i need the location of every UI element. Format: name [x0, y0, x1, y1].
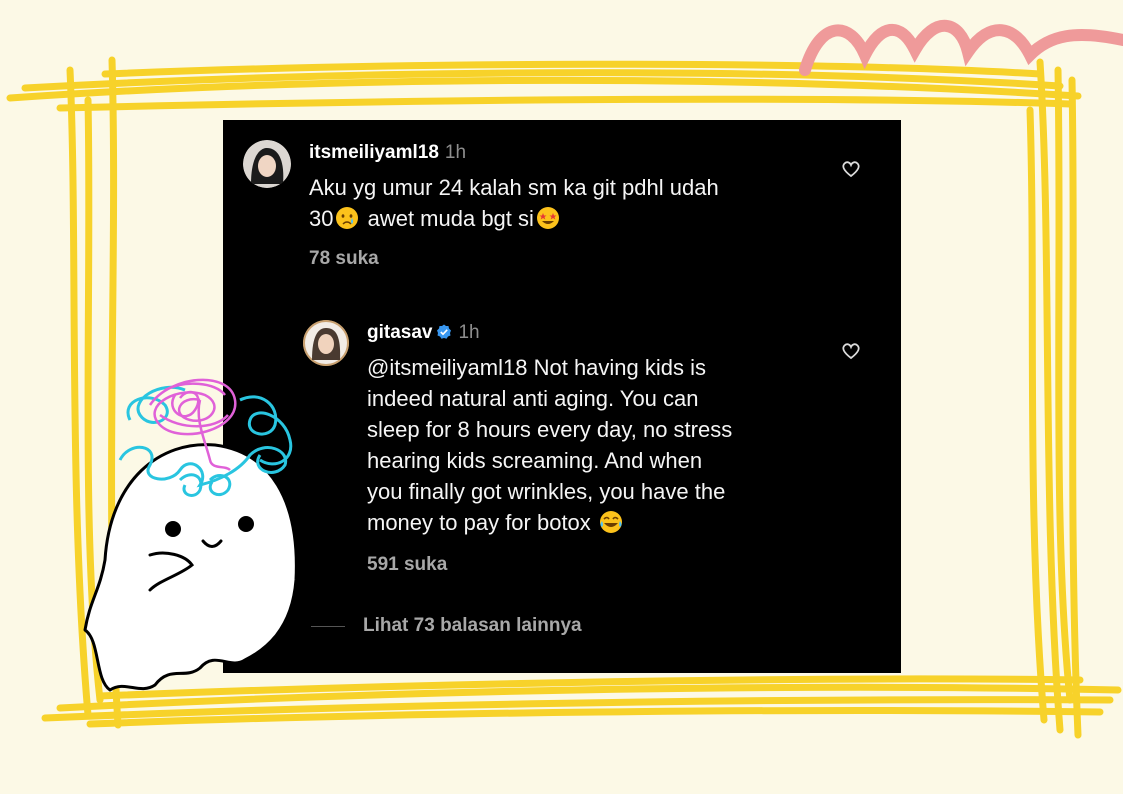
ghost-doodle	[83, 378, 298, 692]
